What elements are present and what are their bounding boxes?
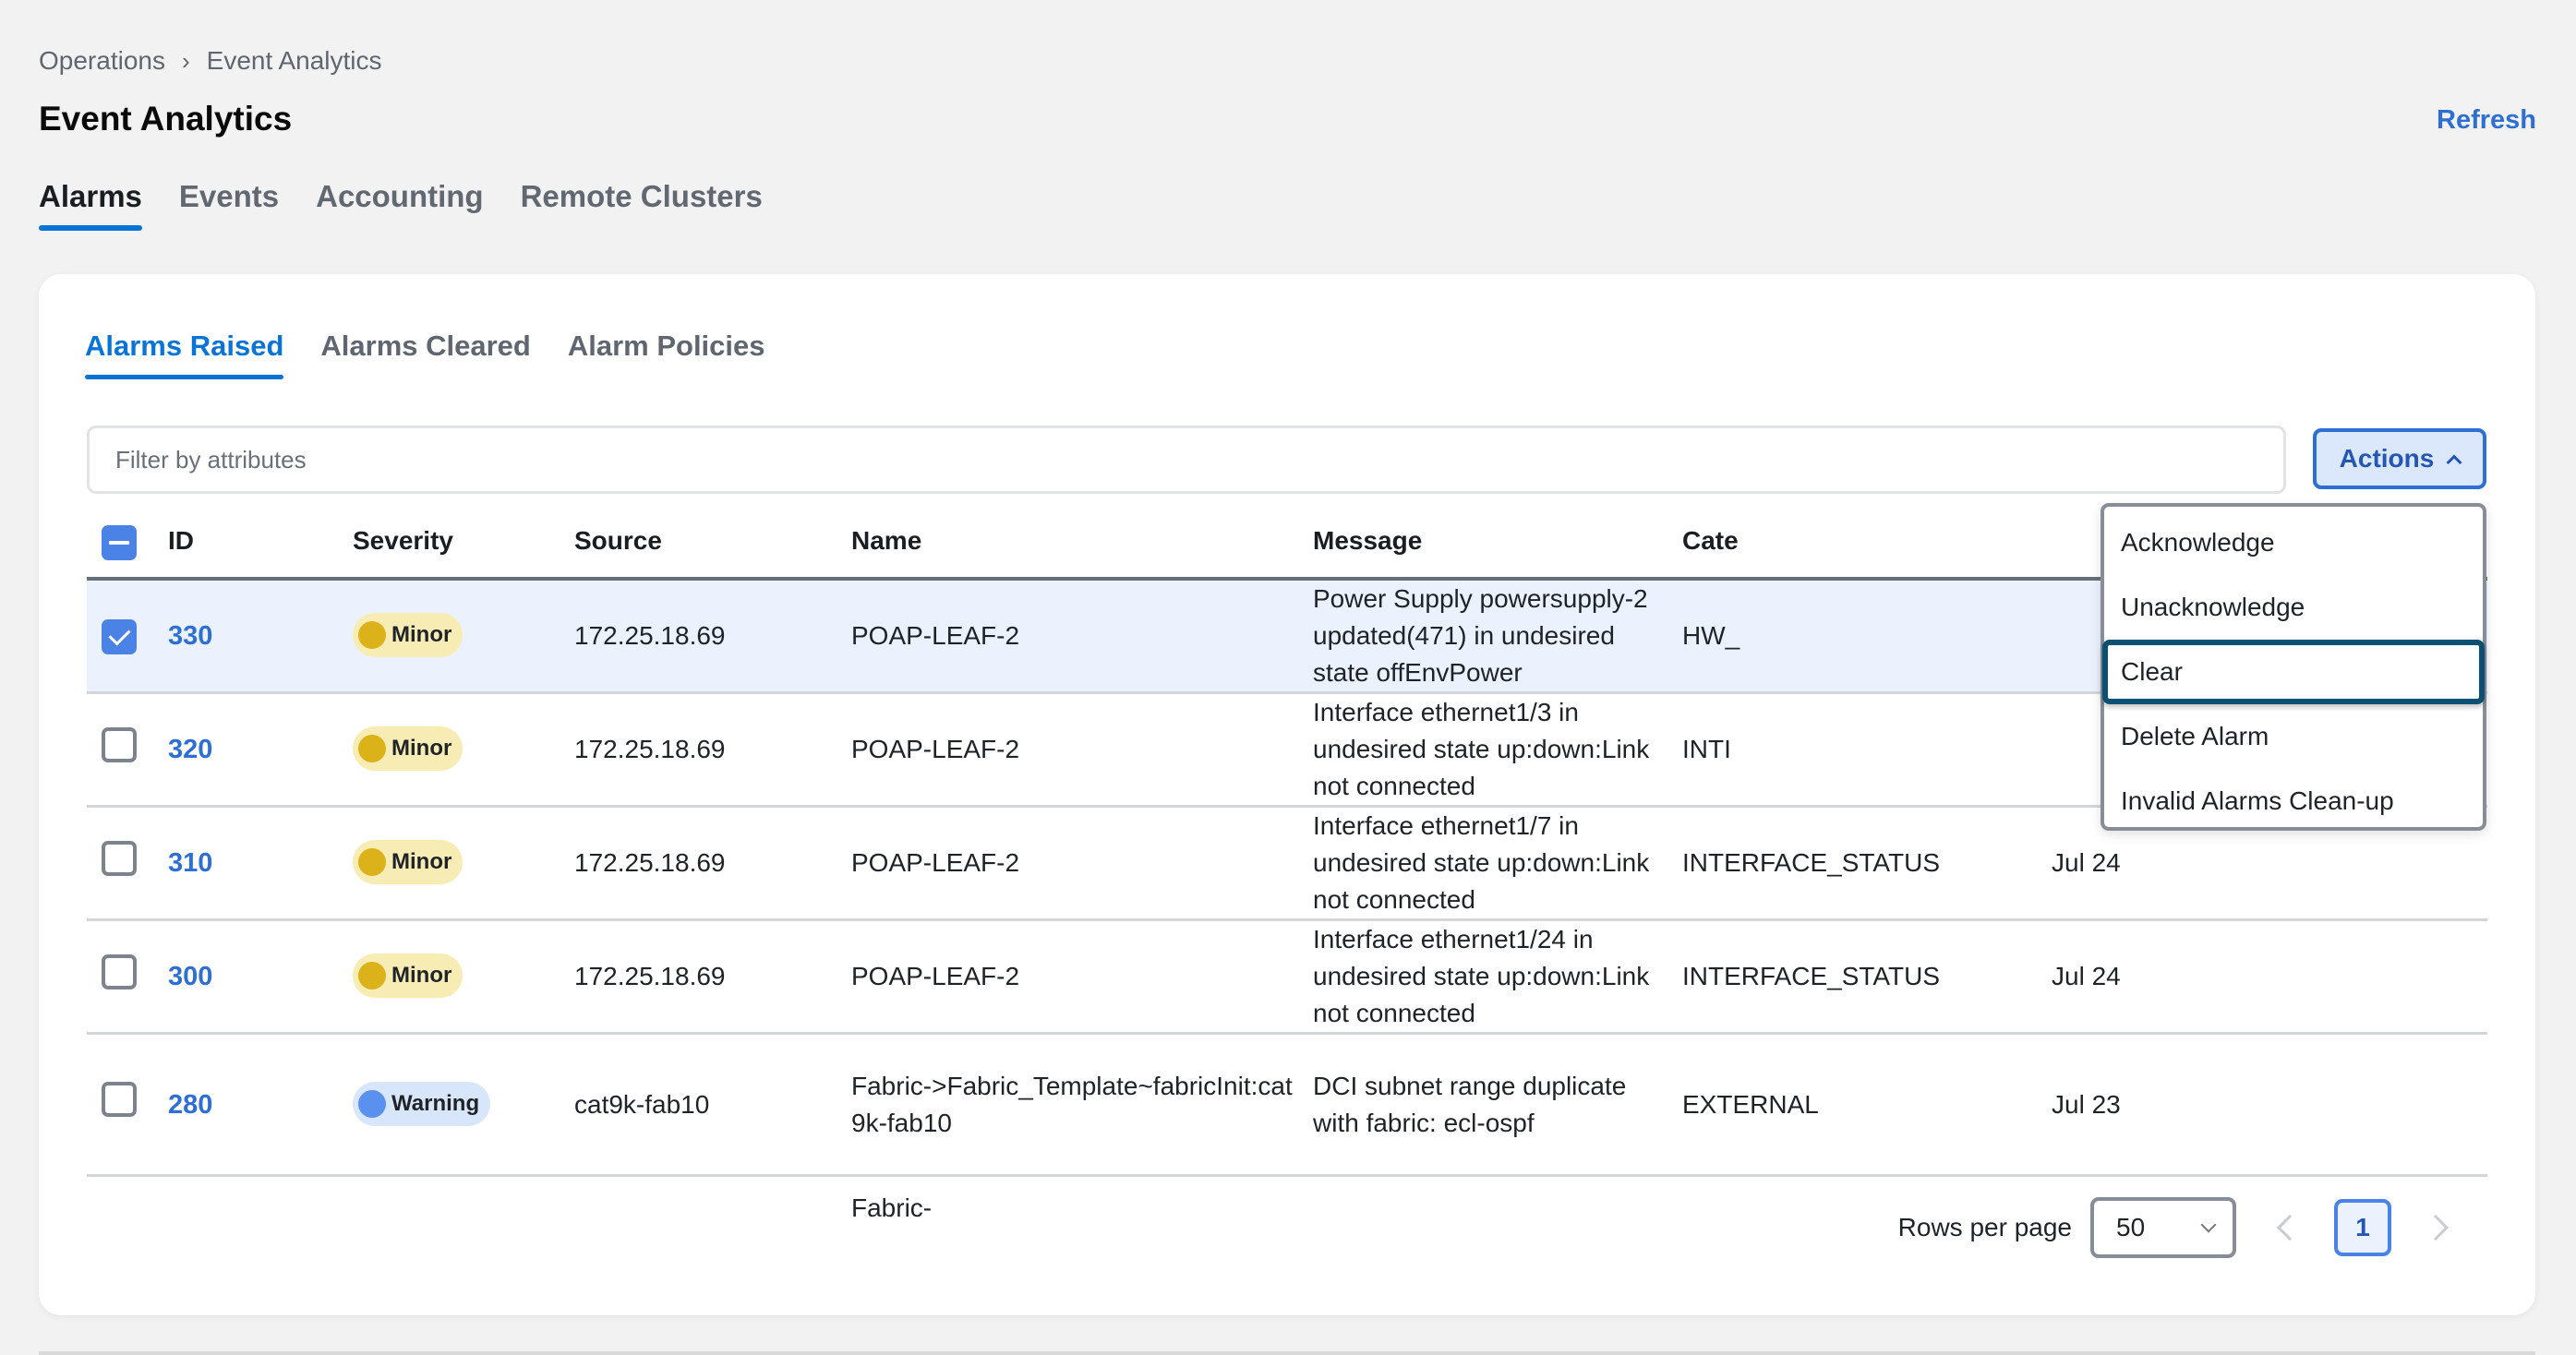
column-source[interactable]: Source	[574, 505, 851, 581]
row-checkbox[interactable]	[102, 1082, 137, 1117]
name-cell: Fabric->Fabric_Template~fabricInit:cat9k…	[851, 1033, 1313, 1177]
severity-badge: Minor	[353, 953, 463, 998]
tab-accounting[interactable]: Accounting	[316, 179, 483, 231]
message-cell: Power Supply powersupply-2 updated(471) …	[1313, 579, 1682, 694]
message-cell: Interface ethernet1/3 in undesired state…	[1313, 692, 1682, 808]
severity-badge: Warning	[353, 1081, 491, 1126]
date-cell: Jul 24	[2052, 962, 2121, 990]
source-cell: 172.25.18.69	[574, 806, 851, 921]
column-name[interactable]: Name	[851, 505, 1313, 581]
actions-button[interactable]: Actions	[2313, 428, 2486, 489]
previous-page-icon[interactable]	[2276, 1214, 2304, 1241]
page-1-button[interactable]: 1	[2334, 1199, 2391, 1256]
actions-label: Actions	[2339, 444, 2435, 473]
breadcrumb-operations[interactable]: Operations	[39, 46, 165, 76]
menu-item-unacknowledge[interactable]: Unacknowledge	[2104, 575, 2483, 640]
chevron-right-icon: ›	[181, 46, 190, 75]
page-title: Event Analytics	[39, 100, 293, 138]
main-tabs: Alarms Events Accounting Remote Clusters	[39, 179, 763, 231]
severity-dot-icon	[358, 735, 386, 762]
rows-per-page-select[interactable]: 50	[2090, 1197, 2236, 1258]
next-page-icon[interactable]	[2422, 1214, 2450, 1241]
category-cell: INTERFACE_STATUS	[1682, 848, 1941, 877]
message-cell: Interface ethernet1/7 in undesired state…	[1313, 806, 1682, 921]
bottom-divider	[39, 1351, 2535, 1355]
alarm-id-link[interactable]: 310	[168, 848, 212, 878]
filter-input[interactable]	[87, 426, 2286, 494]
select-all-checkbox[interactable]	[102, 525, 137, 560]
column-severity[interactable]: Severity	[353, 505, 574, 581]
tab-events[interactable]: Events	[179, 179, 279, 231]
message-cell: Interface ethernet1/24 in undesired stat…	[1313, 919, 1682, 1035]
alarm-id-link[interactable]: 280	[168, 1090, 212, 1120]
severity-label: Minor	[391, 736, 452, 761]
message-cell: DCI subnet range duplicate with fabric: …	[1313, 1033, 1682, 1177]
category-cell: EXTERNAL	[1682, 1089, 1819, 1119]
rows-per-page-value: 50	[2116, 1213, 2146, 1241]
name-cell: POAP-LEAF-2	[851, 806, 1313, 921]
severity-label: Warning	[391, 1090, 480, 1116]
severity-badge: Minor	[353, 726, 463, 771]
column-id[interactable]: ID	[168, 505, 353, 581]
source-cell: 172.25.18.69	[574, 692, 851, 808]
menu-item-acknowledge[interactable]: Acknowledge	[2104, 510, 2483, 575]
table-row[interactable]: 300 Minor 172.25.18.69 POAP-LEAF-2 Inter…	[87, 919, 2487, 1035]
name-cell: Fabric-	[851, 1193, 933, 1222]
alarm-id-link[interactable]: 320	[168, 735, 212, 764]
menu-item-invalid-alarms-cleanup[interactable]: Invalid Alarms Clean-up	[2104, 769, 2483, 833]
severity-label: Minor	[391, 622, 452, 647]
row-checkbox[interactable]	[102, 726, 137, 762]
name-cell: POAP-LEAF-2	[851, 692, 1313, 808]
alarm-id-link[interactable]: 330	[168, 621, 212, 651]
breadcrumb: Operations › Event Analytics	[39, 46, 382, 76]
tab-alarm-policies[interactable]: Alarm Policies	[568, 330, 765, 379]
severity-label: Minor	[391, 849, 452, 874]
tab-alarms-cleared[interactable]: Alarms Cleared	[320, 330, 530, 379]
severity-dot-icon	[358, 621, 386, 649]
pagination: Rows per page 50 1	[1897, 1197, 2450, 1258]
column-message[interactable]: Message	[1313, 505, 1682, 581]
alarm-id-link[interactable]: 300	[168, 962, 212, 991]
rows-per-page-label: Rows per page	[1897, 1213, 2072, 1241]
menu-item-delete-alarm[interactable]: Delete Alarm	[2104, 704, 2483, 769]
severity-dot-icon	[358, 848, 386, 876]
row-checkbox[interactable]	[102, 619, 137, 654]
date-cell: Jul 24	[2052, 848, 2121, 877]
severity-badge: Minor	[353, 613, 463, 657]
actions-menu: Acknowledge Unacknowledge Clear Delete A…	[2101, 503, 2486, 831]
row-checkbox[interactable]	[102, 953, 137, 989]
category-cell: INTERFACE_STATUS	[1682, 962, 1941, 990]
category-date-cell: INTERFACE_STATUS Jul 24	[1682, 919, 2487, 1035]
table-row[interactable]: 280 Warning cat9k-fab10 Fabric->Fabric_T…	[87, 1033, 2487, 1177]
menu-item-clear[interactable]: Clear	[2102, 640, 2485, 704]
chevron-up-icon	[2446, 454, 2462, 471]
tab-alarms[interactable]: Alarms	[39, 179, 142, 231]
source-cell: cat9k-fab10	[574, 1033, 851, 1177]
severity-label: Minor	[391, 963, 452, 988]
chevron-down-icon	[2200, 1217, 2217, 1233]
refresh-button[interactable]: Refresh	[2437, 105, 2536, 136]
tab-alarms-raised[interactable]: Alarms Raised	[85, 330, 284, 379]
name-cell: POAP-LEAF-2	[851, 919, 1313, 1035]
source-cell: 172.25.18.69	[574, 579, 851, 694]
category-date-cell: EXTERNAL Jul 23	[1682, 1033, 2487, 1177]
name-cell: POAP-LEAF-2	[851, 579, 1313, 694]
row-checkbox[interactable]	[102, 840, 137, 876]
severity-dot-icon	[358, 962, 386, 989]
breadcrumb-event-analytics: Event Analytics	[206, 46, 382, 75]
severity-dot-icon	[358, 1089, 386, 1118]
sub-tabs: Alarms Raised Alarms Cleared Alarm Polic…	[85, 330, 765, 379]
tab-remote-clusters[interactable]: Remote Clusters	[521, 179, 763, 231]
severity-badge: Minor	[353, 840, 463, 884]
date-cell: Jul 23	[2052, 1089, 2121, 1119]
source-cell: 172.25.18.69	[574, 919, 851, 1035]
